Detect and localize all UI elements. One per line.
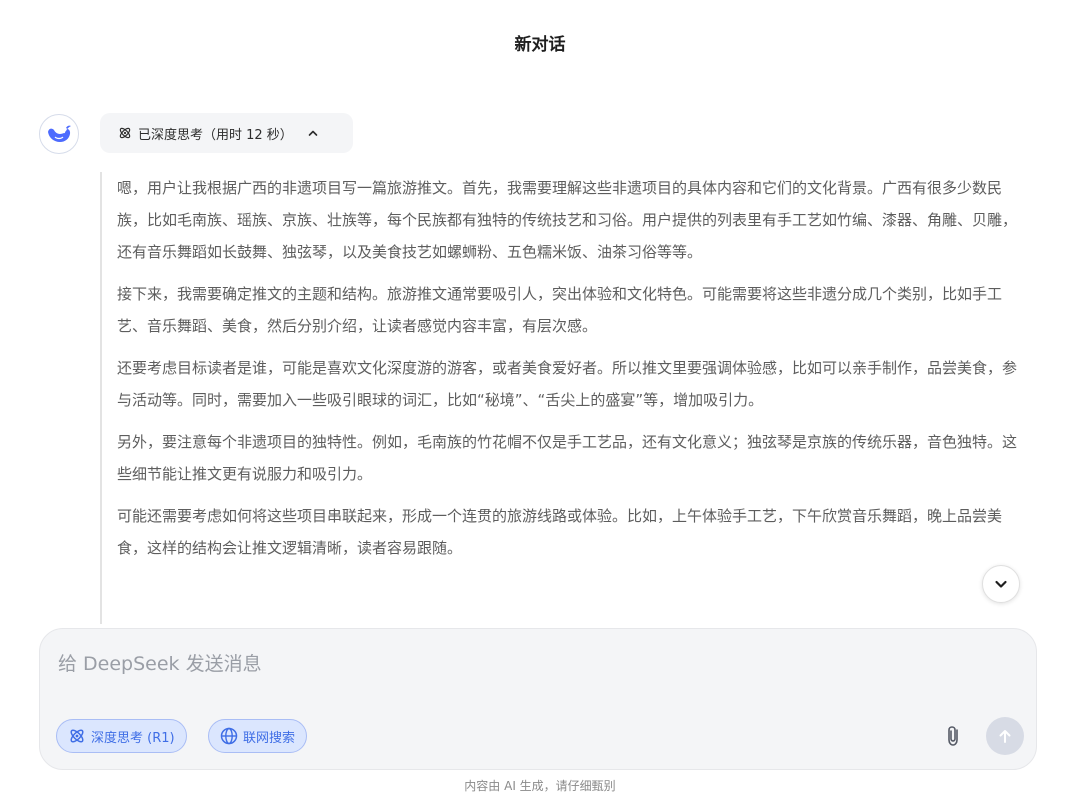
thought-paragraph: 嗯，用户让我根据广西的非遗项目写一篇旅游推文。首先，我需要理解这些非遗项目的具体… [117,179,1018,261]
arrow-up-icon [999,730,1011,743]
atom-icon [70,729,84,743]
deepseek-whale-icon [48,125,71,142]
thought-content: 嗯，用户让我根据广西的非遗项目写一篇旅游推文。首先，我需要理解这些非遗项目的具体… [100,172,1026,624]
attach-button[interactable] [938,721,968,751]
think-toggle[interactable]: 已深度思考（用时 12 秒） [100,113,353,153]
thought-paragraph: 可能还需要考虑如何将这些项目串联起来，形成一个连贯的旅游线路或体验。比如，上午体… [117,507,1003,557]
globe-icon [220,727,238,745]
scroll-to-bottom-button[interactable] [982,565,1020,603]
assistant-avatar [39,114,79,154]
thought-paragraph: 还要考虑目标读者是谁，可能是喜欢文化深度游的游客，或者美食爱好者。所以推文里要强… [117,359,1018,409]
deep-think-label: 深度思考 (R1) [91,730,175,746]
paperclip-icon [948,726,958,746]
ai-disclaimer: 内容由 AI 生成，请仔细甄别 [464,779,616,793]
message-input[interactable]: 给 DeepSeek 发送消息 [58,649,262,676]
deep-think-toggle[interactable]: 深度思考 (R1) [56,719,187,753]
thought-paragraph: 接下来，我需要确定推文的主题和结构。旅游推文通常要吸引人，突出体验和文化特色。可… [117,285,1003,335]
chat-page: 新对话 已深度思考（用时 12 秒） 嗯，用户让我根据广西的非遗项目写一篇旅游推… [0,0,1080,797]
chevron-down-icon [995,580,1007,588]
page-title: 新对话 [514,35,566,55]
chevron-up-icon [307,127,319,139]
thought-paragraph: 另外，要注意每个非遗项目的独特性。例如，毛南族的竹花帽不仅是手工艺品，还有文化意… [117,433,1018,483]
message-composer: 给 DeepSeek 发送消息 深度思考 (R1) 联网搜索 [39,628,1037,770]
web-search-toggle[interactable]: 联网搜索 [208,719,308,753]
web-search-label: 联网搜索 [243,730,296,746]
atom-icon [119,127,131,139]
send-button[interactable] [986,717,1024,755]
think-status-label: 已深度思考（用时 12 秒） [138,127,293,143]
